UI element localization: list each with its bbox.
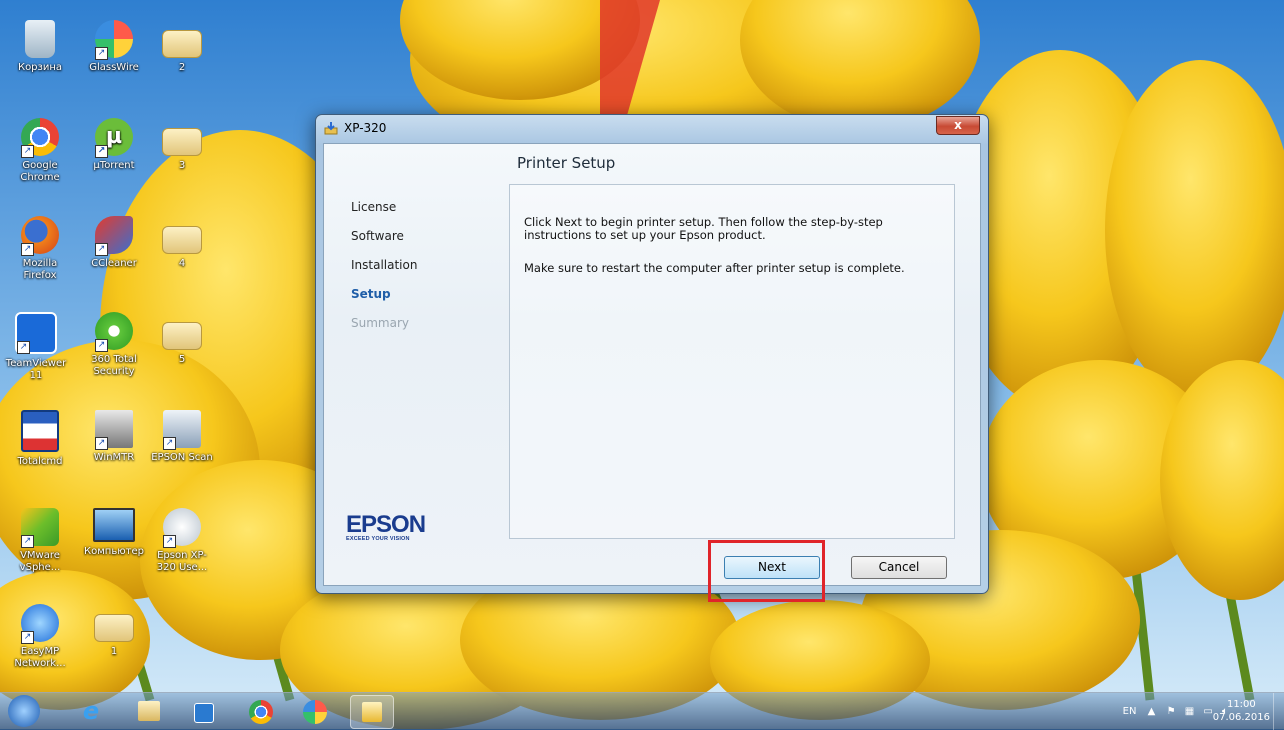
page-title: Printer Setup: [517, 154, 616, 172]
desktop-icon-recycle-bin[interactable]: Корзина: [8, 20, 72, 74]
desktop-icon-glasswire[interactable]: ↗ GlassWire: [82, 20, 146, 74]
desktop-icon-chrome[interactable]: ↗ Google Chrome: [8, 118, 72, 184]
winmtr-icon: ↗: [95, 410, 133, 450]
utorrent-icon: µ ↗: [95, 118, 133, 158]
360-security-icon: ↗: [95, 312, 133, 352]
chrome-icon: ↗: [21, 118, 59, 158]
desktop-icon-totalcmd[interactable]: Totalcmd: [8, 410, 72, 468]
desktop-icon-epson-manual[interactable]: ↗ Epson XP-320 Use...: [150, 508, 214, 574]
show-desktop-button[interactable]: [1273, 693, 1284, 730]
clock-date: 07.06.2016: [1212, 712, 1270, 723]
epson-installer-icon: [362, 702, 382, 722]
recycle-bin-icon: [25, 20, 55, 58]
desktop-icon-folder-2[interactable]: 2: [150, 20, 214, 74]
taskbar-internet-explorer[interactable]: e: [76, 697, 106, 727]
folder-icon: [162, 322, 202, 350]
window-title: XP-320: [344, 121, 387, 135]
epson-manual-icon: ↗: [163, 508, 201, 548]
internet-explorer-icon: e: [82, 697, 100, 725]
close-button[interactable]: x: [936, 116, 980, 135]
taskbar-media-player[interactable]: [188, 697, 218, 727]
taskbar: e EN ▲ ⚑ ▦ ▭ 🔈︎ 11:00 07.06.2016: [0, 692, 1284, 730]
taskbar-chrome[interactable]: [246, 697, 276, 727]
window-titlebar[interactable]: XP-320 x: [316, 115, 988, 143]
desktop-icon-utorrent[interactable]: µ ↗ µTorrent: [82, 118, 146, 172]
step-list: License Software Installation Setup Summ…: [351, 200, 417, 345]
step-license: License: [351, 200, 397, 214]
desktop-icon-360-total-security[interactable]: ↗ 360 Total Security: [82, 312, 146, 378]
desktop-icon-folder-1[interactable]: 1: [82, 604, 146, 658]
instruction-text: Click Next to begin printer setup. Then …: [524, 215, 883, 242]
folder-icon: [94, 614, 134, 642]
chrome-icon: [249, 700, 273, 724]
restart-note-text: Make sure to restart the computer after …: [524, 261, 905, 275]
desktop-icon-easymp[interactable]: ↗ EasyMP Network...: [8, 604, 72, 670]
floppy-icon: [21, 410, 59, 452]
clock-time: 11:00: [1226, 699, 1256, 710]
cancel-button[interactable]: Cancel: [851, 556, 947, 579]
desktop-icon-folder-5[interactable]: 5: [150, 312, 214, 366]
desktop-icon-folder-4[interactable]: 4: [150, 216, 214, 270]
action-center-flag-icon[interactable]: ⚑: [1167, 706, 1176, 717]
step-setup-active: Setup: [351, 287, 391, 301]
taskbar-file-explorer[interactable]: [134, 697, 164, 727]
folder-icon: [162, 128, 202, 156]
vmware-icon: ↗: [21, 508, 59, 548]
window-client-area: Printer Setup License Software Installat…: [323, 143, 981, 586]
start-button[interactable]: [8, 695, 40, 727]
file-explorer-icon: [138, 701, 160, 721]
desktop-icon-folder-3[interactable]: 3: [150, 118, 214, 172]
desktop-icon-ccleaner[interactable]: ↗ CCleaner: [82, 216, 146, 270]
step-software: Software: [351, 229, 404, 243]
close-icon: x: [954, 118, 962, 132]
desktop-icon-firefox[interactable]: ↗ Mozilla Firefox: [8, 216, 72, 282]
desktop-icon-vmware[interactable]: ↗ VMware vSphe...: [8, 508, 72, 574]
scanner-icon: ↗: [163, 410, 201, 450]
next-button-highlight: [708, 540, 825, 602]
folder-icon: [162, 226, 202, 254]
network-icon[interactable]: ▦: [1185, 706, 1194, 717]
installer-window: XP-320 x Printer Setup License Software …: [315, 114, 989, 594]
desktop-icon-winmtr[interactable]: ↗ WinMTR: [82, 410, 146, 464]
step-summary: Summary: [351, 316, 409, 330]
language-indicator[interactable]: EN: [1123, 706, 1137, 717]
media-player-icon: [194, 703, 214, 723]
desktop-icon-epson-scan[interactable]: ↗ EPSON Scan: [150, 410, 214, 464]
ccleaner-icon: ↗: [95, 216, 133, 256]
teamviewer-icon: ↗: [15, 312, 57, 354]
installer-app-icon: [324, 122, 338, 135]
easymp-icon: ↗: [21, 604, 59, 644]
desktop-icon-teamviewer[interactable]: ↗ TeamViewer 11: [4, 312, 68, 382]
content-panel: Click Next to begin printer setup. Then …: [509, 184, 955, 539]
display-icon[interactable]: ▭: [1203, 706, 1212, 717]
epson-logo: EPSON EXCEED YOUR VISION: [346, 511, 426, 543]
folder-icon: [162, 30, 202, 58]
desktop-icon-computer[interactable]: Компьютер: [82, 508, 146, 558]
show-hidden-icons-icon[interactable]: ▲: [1148, 706, 1156, 717]
glasswire-icon: [303, 700, 327, 724]
taskbar-glasswire[interactable]: [300, 697, 330, 727]
step-installation: Installation: [351, 258, 418, 272]
taskbar-epson-installer[interactable]: [350, 695, 394, 729]
firefox-icon: ↗: [21, 216, 59, 256]
glasswire-icon: ↗: [95, 20, 133, 60]
clock[interactable]: 11:00 07.06.2016: [1213, 698, 1270, 724]
computer-icon: [93, 508, 135, 542]
